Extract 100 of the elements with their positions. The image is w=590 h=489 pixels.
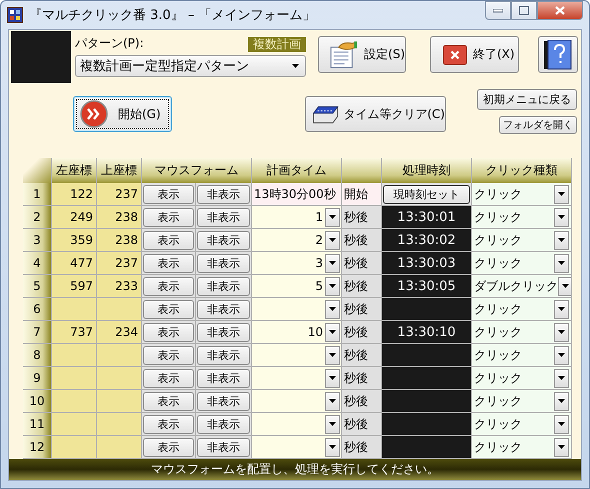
dropdown-button[interactable] bbox=[325, 368, 340, 388]
dropdown-button[interactable] bbox=[325, 414, 340, 434]
dropdown-button[interactable] bbox=[325, 230, 340, 250]
row-number: 12 bbox=[23, 436, 51, 459]
seconds-value[interactable]: 10 bbox=[308, 325, 323, 339]
caret-icon bbox=[329, 261, 336, 265]
caret-icon bbox=[329, 445, 336, 449]
show-button[interactable]: 表示 bbox=[143, 438, 194, 456]
start-time-field[interactable]: 13時30分00秒 bbox=[251, 183, 341, 206]
click-type-dropdown[interactable]: クリック bbox=[471, 206, 571, 229]
open-folder-button[interactable]: フォルダを開く bbox=[499, 116, 577, 134]
help-book-icon bbox=[544, 40, 572, 70]
set-current-time-button[interactable]: 現時刻セット bbox=[383, 184, 470, 204]
show-button[interactable]: 表示 bbox=[143, 254, 194, 272]
table-cell: 238 bbox=[96, 229, 141, 252]
row-number: 8 bbox=[23, 344, 51, 367]
dropdown-button[interactable] bbox=[325, 300, 340, 318]
row-number: 9 bbox=[23, 367, 51, 390]
mode-badge: 複数計画 bbox=[248, 37, 306, 52]
dropdown-button[interactable] bbox=[325, 208, 340, 226]
exit-button[interactable]: 終了(X) bbox=[430, 36, 519, 73]
clear-button[interactable]: タイム等クリア(C) bbox=[305, 96, 446, 132]
show-button[interactable]: 表示 bbox=[143, 184, 194, 204]
click-type-dropdown[interactable]: クリック bbox=[471, 344, 571, 367]
show-button[interactable]: 表示 bbox=[143, 368, 194, 388]
seconds-value[interactable]: 3 bbox=[315, 256, 323, 270]
show-button[interactable]: 表示 bbox=[143, 346, 194, 364]
caret-icon bbox=[558, 215, 565, 219]
maximize-button[interactable] bbox=[511, 1, 537, 20]
hide-button[interactable]: 非表示 bbox=[197, 392, 250, 410]
hide-button[interactable]: 非表示 bbox=[197, 300, 250, 318]
show-button[interactable]: 表示 bbox=[143, 392, 194, 410]
minimize-button[interactable] bbox=[485, 1, 511, 20]
close-button[interactable] bbox=[537, 1, 583, 20]
caret-icon bbox=[562, 284, 569, 288]
dropdown-button[interactable] bbox=[325, 322, 340, 342]
hide-button[interactable]: 非表示 bbox=[197, 346, 250, 364]
click-type-dropdown[interactable]: クリック bbox=[471, 367, 571, 390]
click-type-dropdown[interactable]: クリック bbox=[471, 252, 571, 275]
table-cell: 122 bbox=[51, 183, 96, 206]
table-cell: 737 bbox=[51, 321, 96, 344]
column-header: クリック種類 bbox=[471, 158, 571, 183]
table-cell: 秒後 bbox=[341, 298, 381, 321]
pattern-dropdown[interactable]: 複数計画ー定型指定パターン bbox=[75, 55, 306, 77]
close-icon bbox=[555, 6, 565, 15]
click-type-dropdown[interactable]: ダブルクリック bbox=[471, 275, 571, 298]
caret-icon bbox=[329, 284, 336, 288]
click-type-dropdown[interactable]: クリック bbox=[471, 298, 571, 321]
caret-icon bbox=[329, 307, 336, 311]
click-type-dropdown[interactable]: クリック bbox=[471, 413, 571, 436]
table-cell: 597 bbox=[51, 275, 96, 298]
hide-button[interactable]: 非表示 bbox=[197, 322, 250, 342]
show-button[interactable]: 表示 bbox=[143, 322, 194, 342]
table-cell: 秒後 bbox=[341, 321, 381, 344]
table-cell: 237 bbox=[96, 252, 141, 275]
click-type-dropdown[interactable]: クリック bbox=[471, 436, 571, 459]
table-cell: 秒後 bbox=[341, 344, 381, 367]
caret-icon bbox=[329, 215, 336, 219]
show-button[interactable]: 表示 bbox=[143, 414, 194, 434]
start-button[interactable]: 開始(G) bbox=[73, 96, 172, 132]
show-button[interactable]: 表示 bbox=[143, 276, 194, 296]
hide-button[interactable]: 非表示 bbox=[197, 438, 250, 456]
table-cell: 秒後 bbox=[341, 252, 381, 275]
dropdown-button[interactable] bbox=[325, 438, 340, 456]
click-type-dropdown[interactable]: クリック bbox=[471, 321, 571, 344]
dropdown-button[interactable] bbox=[325, 276, 340, 296]
hide-button[interactable]: 非表示 bbox=[197, 414, 250, 434]
help-button[interactable] bbox=[538, 36, 578, 73]
column-header: マウスフォーム bbox=[141, 158, 251, 183]
click-type-dropdown[interactable]: クリック bbox=[471, 229, 571, 252]
caret-icon bbox=[329, 330, 336, 334]
table-cell bbox=[51, 413, 96, 436]
column-header: 処理時刻 bbox=[381, 158, 471, 183]
time-cell: 13:30:10 bbox=[381, 321, 471, 344]
dropdown-button[interactable] bbox=[325, 254, 340, 272]
show-button[interactable]: 表示 bbox=[143, 300, 194, 318]
click-type-dropdown[interactable]: クリック bbox=[471, 390, 571, 413]
dropdown-button[interactable] bbox=[325, 392, 340, 410]
dropdown-button[interactable] bbox=[325, 346, 340, 364]
hide-button[interactable]: 非表示 bbox=[197, 254, 250, 272]
pattern-label: パターン(P): bbox=[75, 35, 144, 52]
row-number: 10 bbox=[23, 390, 51, 413]
hide-button[interactable]: 非表示 bbox=[197, 230, 250, 250]
hide-button[interactable]: 非表示 bbox=[197, 208, 250, 226]
hide-button[interactable]: 非表示 bbox=[197, 184, 250, 204]
click-type-dropdown[interactable]: クリック bbox=[471, 183, 571, 206]
back-to-menu-button[interactable]: 初期メニュに戻る bbox=[477, 89, 577, 110]
show-button[interactable]: 表示 bbox=[143, 230, 194, 250]
caret-icon bbox=[329, 422, 336, 426]
table-cell: 477 bbox=[51, 252, 96, 275]
seconds-value[interactable]: 5 bbox=[315, 279, 323, 293]
settings-button[interactable]: 設定(S) bbox=[318, 36, 406, 73]
show-button[interactable]: 表示 bbox=[143, 208, 194, 226]
seconds-value[interactable]: 2 bbox=[315, 233, 323, 247]
hide-button[interactable]: 非表示 bbox=[197, 368, 250, 388]
seconds-value[interactable]: 1 bbox=[315, 210, 323, 224]
hide-button[interactable]: 非表示 bbox=[197, 276, 250, 296]
caret-icon bbox=[558, 399, 565, 403]
app-icon bbox=[7, 7, 23, 23]
time-cell: 13:30:02 bbox=[381, 229, 471, 252]
